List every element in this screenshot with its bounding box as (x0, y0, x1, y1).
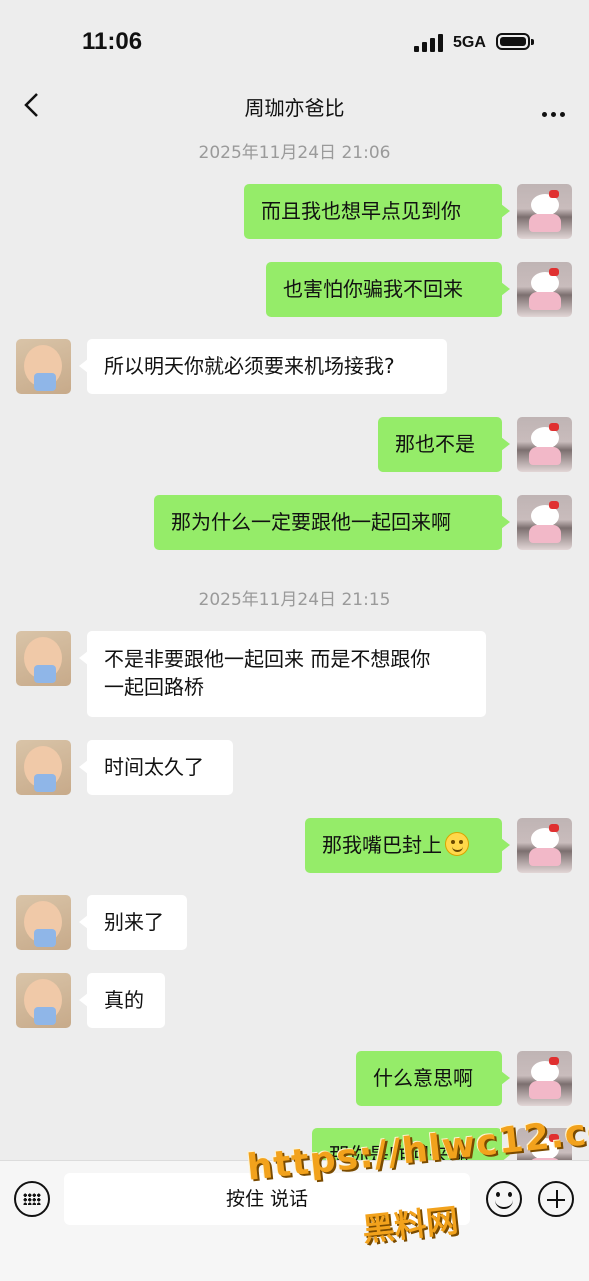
signal-icon (414, 34, 444, 52)
chat-header: 周珈亦爸比 (0, 80, 589, 134)
add-icon[interactable] (538, 1181, 574, 1217)
message-bubble-received[interactable]: 真的 (79, 973, 165, 1028)
contact-avatar[interactable] (16, 895, 71, 950)
status-bar: 11:06 5GA (0, 0, 589, 88)
chat-title: 周珈亦爸比 (244, 96, 345, 120)
message-bubble-received[interactable]: 别来了 (79, 895, 187, 950)
message-bubble-sent[interactable]: 而且我也想早点见到你 (244, 184, 510, 239)
message-bubble-received[interactable]: 所以明天你就必须要来机场接我? (79, 339, 447, 394)
contact-avatar[interactable] (16, 973, 71, 1028)
message-list[interactable]: 2025年11月24日 21:06 而且我也想早点见到你 也害怕你骗我不回来 所… (0, 134, 589, 1160)
timestamp: 2025年11月24日 21:06 (198, 143, 391, 163)
battery-icon (496, 33, 534, 50)
timestamp: 2025年11月24日 21:15 (198, 590, 391, 610)
more-options-icon[interactable] (538, 102, 565, 121)
message-bubble-sent[interactable]: 什么意思啊 (356, 1051, 510, 1106)
contact-avatar[interactable] (16, 740, 71, 795)
emoji-icon[interactable] (486, 1181, 522, 1217)
message-line: 一起回路桥 (104, 675, 204, 699)
my-avatar[interactable] (517, 184, 572, 239)
message-bubble-received[interactable]: 时间太久了 (79, 740, 233, 795)
message-line: 不是非要跟他一起回来 而是不想跟你 (104, 647, 431, 671)
contact-avatar[interactable] (16, 631, 71, 686)
smile-emoji-icon (445, 832, 469, 856)
my-avatar[interactable] (517, 417, 572, 472)
status-time: 11:06 (82, 28, 143, 55)
network-label: 5GA (453, 34, 486, 51)
keyboard-toggle-icon[interactable] (14, 1181, 50, 1217)
message-bubble-sent[interactable]: 也害怕你骗我不回来 (266, 262, 510, 317)
my-avatar[interactable] (517, 495, 572, 550)
my-avatar[interactable] (517, 1051, 572, 1106)
message-text: 那我嘴巴封上 (322, 833, 442, 857)
message-bubble-sent[interactable]: 那为什么一定要跟他一起回来啊 (154, 495, 510, 550)
message-bubble-sent[interactable]: 那也不是 (378, 417, 510, 472)
contact-avatar[interactable] (16, 339, 71, 394)
my-avatar[interactable] (517, 818, 572, 873)
my-avatar[interactable] (517, 262, 572, 317)
message-bubble-received[interactable]: 不是非要跟他一起回来 而是不想跟你 一起回路桥 (79, 631, 486, 717)
message-bubble-sent[interactable]: 那我嘴巴封上 (305, 818, 510, 873)
